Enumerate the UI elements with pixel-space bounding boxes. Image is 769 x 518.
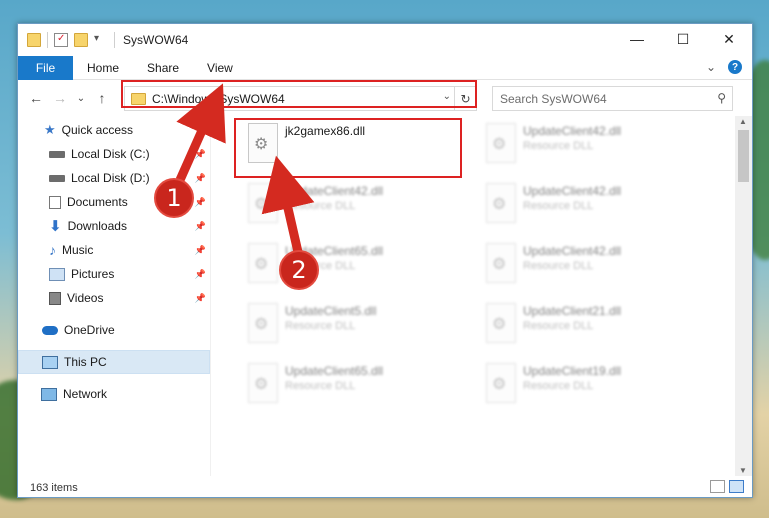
annotation-arrows (175, 83, 315, 254)
callout-2: 2 (279, 250, 319, 290)
callout-1: 1 (154, 178, 194, 218)
arrow-2 (261, 155, 315, 254)
arrow-1 (175, 83, 226, 182)
